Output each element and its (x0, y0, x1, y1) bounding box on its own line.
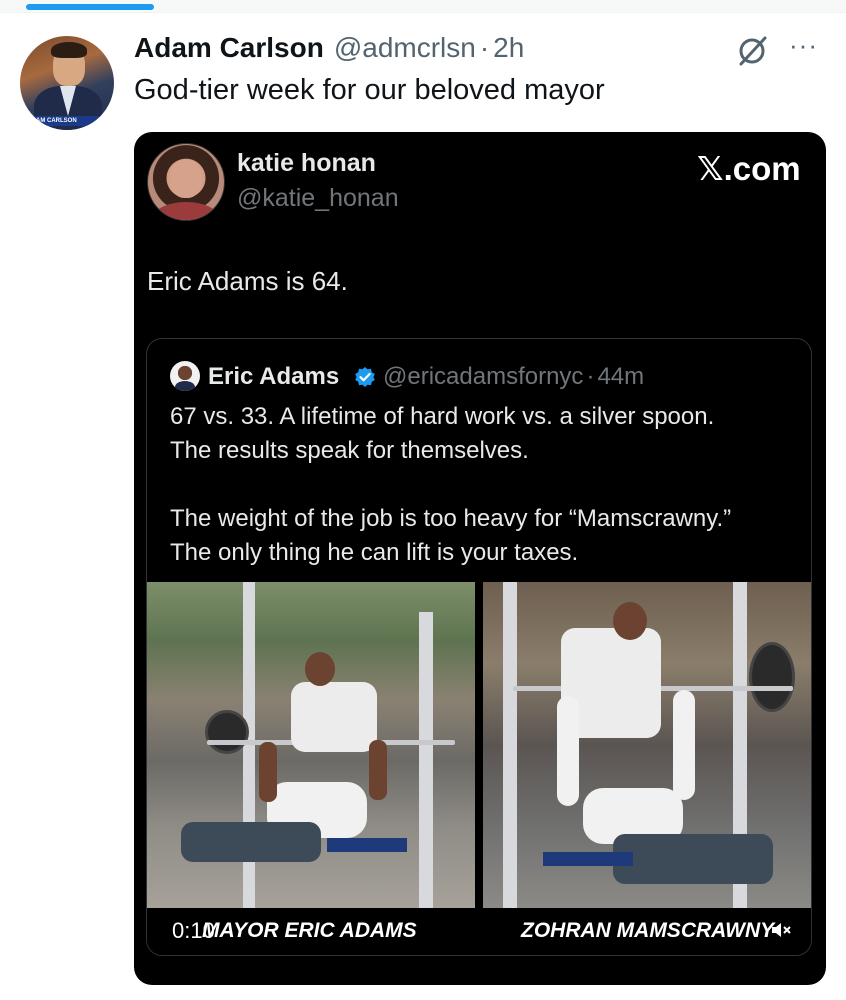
quoted-text-line: The only thing he can lift is your taxes… (170, 539, 579, 566)
video-player[interactable]: 0:10 MAYOR ERIC ADAMS ZOHRAN MAMSCRAWNY (147, 582, 811, 955)
x-logo: 𝕏.com (697, 150, 801, 187)
embedded-author-name[interactable]: katie honan (237, 149, 376, 178)
quoted-text-line: The results speak for themselves. (170, 437, 529, 464)
quoted-separator: · (586, 363, 595, 390)
author-avatar[interactable]: AM CARLSON (20, 36, 114, 130)
mute-icon[interactable] (769, 918, 793, 942)
quoted-author-avatar[interactable] (170, 361, 200, 391)
video-frame-right (483, 582, 811, 908)
author-handle[interactable]: @admcrlsn (334, 32, 476, 64)
embedded-author-avatar[interactable] (147, 143, 225, 221)
tweet-header: Adam Carlson @admcrlsn · 2h (134, 32, 524, 68)
video-caption-left: MAYOR ERIC ADAMS (202, 919, 417, 942)
quoted-author-handle-time[interactable]: @ericadamsfornyc · 44m (383, 363, 644, 391)
more-icon[interactable]: ··· (789, 30, 818, 61)
tweet-text: God-tier week for our beloved mayor (134, 74, 605, 106)
quoted-text-line: 67 vs. 33. A lifetime of hard work vs. a… (170, 403, 715, 430)
author-name[interactable]: Adam Carlson (134, 32, 324, 64)
video-caption-right: ZOHRAN MAMSCRAWNY (521, 919, 775, 942)
separator-dot: · (479, 32, 490, 63)
quoted-author-handle[interactable]: @ericadamsfornyc (383, 363, 583, 390)
quoted-tweet[interactable]: Eric Adams @ericadamsfornyc · 44m 67 vs. 3… (146, 338, 812, 956)
quoted-time[interactable]: 44m (597, 363, 644, 390)
embedded-tweet-card[interactable]: katie honan @katie_honan 𝕏.com Eric Adam… (134, 132, 826, 985)
verified-badge-icon (355, 367, 375, 387)
tweet-time[interactable]: 2h (493, 32, 524, 64)
quoted-text-line: The weight of the job is too heavy for “… (170, 505, 732, 532)
grok-icon[interactable] (735, 34, 769, 68)
embedded-author-handle[interactable]: @katie_honan (237, 184, 399, 213)
progress-indicator (26, 4, 154, 10)
top-scroll-bar (0, 0, 846, 13)
avatar-banner: AM CARLSON (30, 116, 114, 126)
video-frame-left (147, 582, 475, 908)
quoted-author-name[interactable]: Eric Adams (208, 363, 339, 391)
embedded-tweet-text: Eric Adams is 64. (147, 266, 348, 296)
